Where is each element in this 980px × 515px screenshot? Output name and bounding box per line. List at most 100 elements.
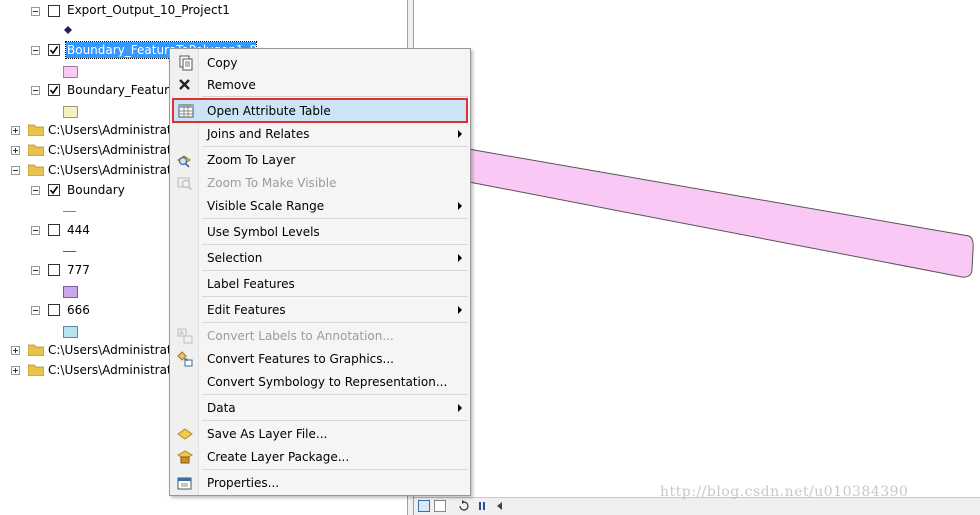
layer-name[interactable]: Boundary <box>67 182 125 198</box>
polygon-feature <box>414 135 974 278</box>
collapse-toggle[interactable] <box>31 186 40 195</box>
copy-icon <box>179 55 193 71</box>
layer-checkbox[interactable] <box>48 84 60 96</box>
menu-separator <box>202 420 468 421</box>
layer-file-icon <box>177 428 193 440</box>
workspace-path[interactable]: C:\Users\Administrat <box>48 162 172 178</box>
folder-icon <box>28 164 44 176</box>
layer-checkbox[interactable] <box>48 304 60 316</box>
menu-separator <box>202 296 468 297</box>
menu-item-label: Copy <box>207 56 238 70</box>
folder-icon <box>28 144 44 156</box>
menu-item-label: Properties... <box>207 476 280 490</box>
menu-item-copy[interactable]: Copy <box>172 52 468 74</box>
menu-item-properties[interactable]: Properties... <box>172 472 468 494</box>
remove-x-icon <box>179 79 190 90</box>
menu-separator <box>202 394 468 395</box>
layer-name[interactable]: 666 <box>67 302 90 318</box>
layout-view-button[interactable] <box>434 500 446 512</box>
submenu-arrow-icon <box>458 254 462 262</box>
line-symbol <box>63 211 76 212</box>
menu-item-label: Convert Features to Graphics... <box>207 352 394 366</box>
layer-checkbox[interactable] <box>48 184 60 196</box>
menu-item-label: Convert Labels to Annotation... <box>207 329 394 343</box>
collapse-toggle[interactable] <box>31 86 40 95</box>
menu-item-joins-and-relates[interactable]: Joins and Relates <box>172 123 468 145</box>
submenu-arrow-icon <box>458 306 462 314</box>
expand-toggle[interactable] <box>11 366 20 375</box>
layer-name[interactable]: Boundary_Feature <box>67 82 176 98</box>
menu-item-save-as-layer-file[interactable]: Save As Layer File... <box>172 423 468 445</box>
polygon-symbol-swatch <box>63 286 78 298</box>
folder-icon <box>28 124 44 136</box>
menu-item-visible-scale-range[interactable]: Visible Scale Range <box>172 195 468 217</box>
menu-item-remove[interactable]: Remove <box>172 74 468 96</box>
refresh-icon[interactable] <box>458 500 470 512</box>
menu-item-label: Use Symbol Levels <box>207 225 320 239</box>
collapse-toggle[interactable] <box>11 166 20 175</box>
menu-item-label: Visible Scale Range <box>207 199 325 213</box>
menu-item-label: Joins and Relates <box>207 127 310 141</box>
map-view[interactable] <box>414 0 980 497</box>
scroll-left-icon[interactable] <box>494 500 506 512</box>
layer-checkbox[interactable] <box>48 5 60 17</box>
menu-item-use-symbol-levels[interactable]: Use Symbol Levels <box>172 221 468 243</box>
menu-separator <box>202 96 468 97</box>
layer-checkbox[interactable] <box>48 264 60 276</box>
menu-separator <box>202 322 468 323</box>
menu-item-label: Create Layer Package... <box>207 450 350 464</box>
watermark: http://blog.csdn.net/u010384390 <box>660 484 909 500</box>
workspace-path[interactable]: C:\Users\Administrat <box>48 362 172 378</box>
layer-name[interactable]: 777 <box>67 262 90 278</box>
line-symbol <box>63 251 76 252</box>
layer-checkbox[interactable] <box>48 224 60 236</box>
folder-icon <box>28 344 44 356</box>
submenu-arrow-icon <box>458 404 462 412</box>
menu-item-convert-features-to-graphics[interactable]: Convert Features to Graphics... <box>172 348 468 370</box>
menu-item-label: Data <box>207 401 236 415</box>
menu-separator <box>202 244 468 245</box>
expand-toggle[interactable] <box>11 126 20 135</box>
layer-package-icon <box>176 450 194 464</box>
menu-separator <box>202 218 468 219</box>
menu-item-label: Save As Layer File... <box>207 427 328 441</box>
menu-item-zoom-to-layer[interactable]: Zoom To Layer <box>172 149 468 171</box>
convert-graphics-icon <box>177 351 193 367</box>
folder-icon <box>28 364 44 376</box>
workspace-path[interactable]: C:\Users\Administrat <box>48 122 172 138</box>
menu-item-label: Open Attribute Table <box>207 104 331 118</box>
polygon-symbol-swatch <box>63 106 78 118</box>
layer-name[interactable]: Export_Output_10_Project1 <box>67 2 230 18</box>
collapse-toggle[interactable] <box>31 266 40 275</box>
attribute-table-icon <box>178 104 194 118</box>
pause-icon[interactable] <box>476 500 488 512</box>
workspace-path[interactable]: C:\Users\Administrat <box>48 142 172 158</box>
menu-separator <box>202 146 468 147</box>
collapse-toggle[interactable] <box>31 226 40 235</box>
collapse-toggle[interactable] <box>31 7 40 16</box>
collapse-toggle[interactable] <box>31 46 40 55</box>
collapse-toggle[interactable] <box>31 306 40 315</box>
data-view-button[interactable] <box>418 500 430 512</box>
expand-toggle[interactable] <box>11 346 20 355</box>
menu-item-open-attribute-table[interactable]: Open Attribute Table <box>172 98 468 123</box>
menu-item-edit-features[interactable]: Edit Features <box>172 299 468 321</box>
expand-toggle[interactable] <box>11 146 20 155</box>
zoom-visible-icon <box>177 177 193 191</box>
workspace-path[interactable]: C:\Users\Administrat <box>48 342 172 358</box>
menu-item-label: Convert Symbology to Representation... <box>207 375 448 389</box>
menu-item-convert-labels-to-annotation: A Convert Labels to Annotation... <box>172 325 468 347</box>
menu-item-zoom-to-make-visible: Zoom To Make Visible <box>172 172 468 194</box>
menu-item-selection[interactable]: Selection <box>172 247 468 269</box>
layer-name[interactable]: 444 <box>67 222 90 238</box>
layer-checkbox[interactable] <box>48 44 60 56</box>
menu-item-label: Label Features <box>207 277 295 291</box>
menu-item-convert-symbology-to-representation[interactable]: Convert Symbology to Representation... <box>172 371 468 393</box>
menu-item-label: Edit Features <box>207 303 286 317</box>
convert-labels-icon: A <box>177 328 193 344</box>
menu-item-data[interactable]: Data <box>172 397 468 419</box>
menu-item-label-features[interactable]: Label Features <box>172 273 468 295</box>
layer-context-menu: Copy Remove Open Attribute Table Joins a… <box>169 48 471 496</box>
menu-item-create-layer-package[interactable]: Create Layer Package... <box>172 446 468 468</box>
menu-item-label: Zoom To Make Visible <box>207 176 337 190</box>
